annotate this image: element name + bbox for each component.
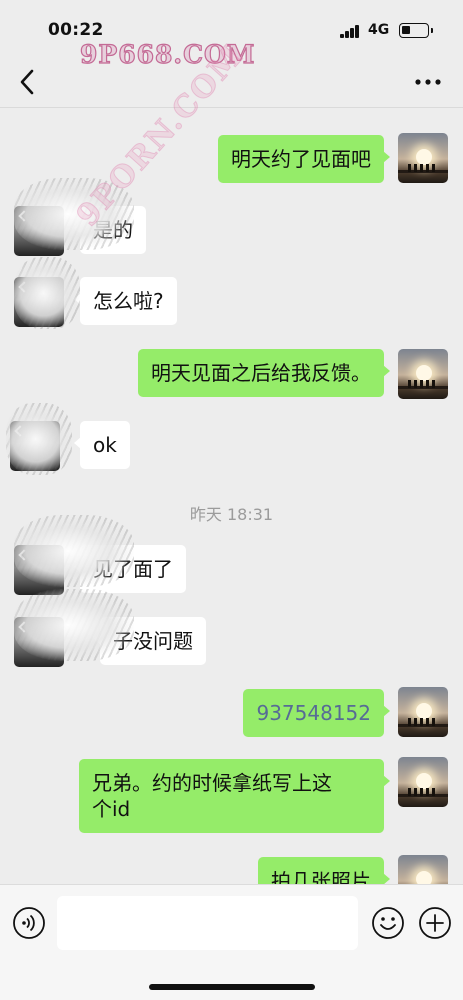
message-bubble[interactable]: 兄弟。约的时候拿纸写上这 个id [79,759,390,833]
message-row: ok [0,403,463,475]
emoji-icon [372,907,404,939]
status-time: 00:22 [48,20,104,40]
voice-icon [13,907,45,939]
message-bubble-link[interactable]: 937548152 [243,689,390,737]
voice-button[interactable] [12,906,46,940]
message-bubble[interactable]: 明天见面之后给我反馈。 [138,349,390,397]
redaction-mask [14,257,80,329]
message-row: 拍几张照片 [0,855,463,884]
message-row: 兄弟。约的时候拿纸写上这 个id [0,757,463,841]
redaction-mask [14,589,134,661]
message-bubble[interactable]: ok [74,421,130,469]
battery-icon [399,23,433,38]
avatar[interactable] [398,757,448,807]
home-indicator[interactable] [149,984,315,990]
redaction-mask [6,403,72,475]
more-functions-button[interactable] [418,906,452,940]
signal-bars-icon [340,25,360,38]
message-bubble[interactable]: 明天约了见面吧 [218,135,390,183]
emoji-button[interactable] [371,906,405,940]
avatar[interactable] [398,349,448,399]
plus-icon [419,907,451,939]
message-row: 是的 [0,178,463,260]
message-list[interactable]: 明天约了见面吧 是的 怎么啦? 明天见面之后给我反馈。 ok 昨天 18:31 … [0,109,463,884]
more-dots-icon [415,79,441,85]
chevron-left-icon [20,69,34,95]
back-button[interactable] [12,66,44,98]
redaction-mask [14,515,134,587]
message-row: 明天见面之后给我反馈。 [0,349,463,405]
message-row: 937548152 [0,687,463,743]
chat-input-bar [0,884,463,1000]
message-row: 子没问题 [0,589,463,671]
avatar[interactable] [398,855,448,884]
message-bubble[interactable]: 怎么啦? [74,277,177,325]
message-bubble[interactable]: 拍几张照片 [258,857,390,884]
network-type-label: 4G [368,22,390,38]
message-row: 怎么啦? [0,257,463,333]
avatar[interactable] [398,133,448,183]
avatar[interactable] [398,687,448,737]
message-input[interactable] [57,896,358,950]
more-options-button[interactable] [409,68,447,96]
